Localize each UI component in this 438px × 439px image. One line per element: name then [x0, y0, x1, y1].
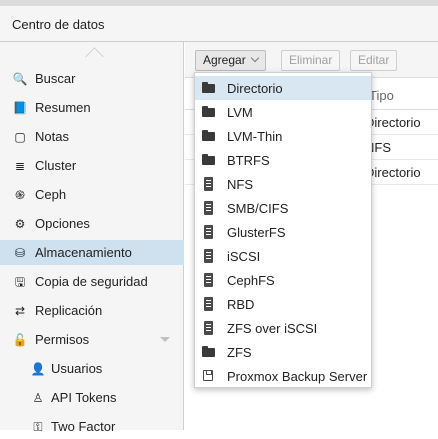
folder-icon — [202, 81, 216, 95]
menu-item-label: ZFS over iSCSI — [227, 321, 318, 336]
menu-item-label: GlusterFS — [227, 225, 286, 240]
server-icon — [202, 225, 216, 239]
menu-item-directorio[interactable]: Directorio — [195, 76, 371, 100]
folder-icon — [202, 153, 216, 167]
sidebar-item-almacenamiento[interactable]: ⛁ Almacenamiento — [0, 240, 184, 265]
unlock-icon: 🔓 — [12, 333, 28, 347]
menu-item-label: CephFS — [227, 273, 275, 288]
sidebar-item-label: Usuarios — [51, 361, 103, 376]
add-button-label: Agregar — [203, 53, 246, 67]
sidebar-item-label: Replicación — [35, 303, 103, 318]
menu-item-label: ZFS — [227, 345, 252, 360]
remove-button[interactable]: Eliminar — [281, 50, 341, 71]
menu-item-lvm-thin[interactable]: LVM-Thin — [195, 124, 371, 148]
sidebar-item-label: Notas — [35, 129, 69, 144]
sidebar-item-label: Ceph — [35, 187, 67, 202]
server-icon — [202, 297, 216, 311]
menu-item-label: Directorio — [227, 81, 283, 96]
sidebar-item-copia-de-seguridad[interactable]: 🖫 Copia de seguridad — [0, 269, 184, 294]
menu-item-label: BTRFS — [227, 153, 270, 168]
panel-title: Centro de datos — [12, 17, 105, 32]
chevron-down-icon — [250, 53, 259, 63]
sidebar-item-resumen[interactable]: 📘 Resumen — [0, 95, 184, 120]
menu-item-cephfs[interactable]: CephFS — [195, 268, 371, 292]
user-outline-icon: ♙ — [32, 391, 44, 405]
sidebar-item-label: Copia de seguridad — [35, 274, 148, 289]
key-icon: ⚿ — [33, 420, 43, 434]
column-header-type[interactable]: Tipo — [369, 88, 394, 103]
floppy-icon — [202, 369, 216, 383]
edit-button[interactable]: Editar — [350, 50, 398, 71]
sidebar-item-permisos[interactable]: 🔓 Permisos — [0, 327, 184, 352]
expand-toggle-icon[interactable] — [160, 337, 170, 342]
sidebar-item-cluster[interactable]: ≣ Cluster — [0, 153, 184, 178]
menu-item-label: LVM-Thin — [227, 129, 283, 144]
server-icon — [202, 177, 216, 191]
folder-icon — [202, 105, 216, 119]
menu-item-rbd[interactable]: RBD — [195, 292, 371, 316]
edit-button-label: Editar — [358, 53, 390, 67]
sidebar-item-label: Almacenamiento — [35, 245, 132, 260]
user-icon: 👤 — [30, 362, 46, 376]
server-stack-icon: ≣ — [14, 159, 26, 173]
sidebar-item-replicaci-n[interactable]: ⇄ Replicación — [0, 298, 184, 323]
menu-item-label: LVM — [227, 105, 253, 120]
sidebar-item-label: Resumen — [35, 100, 91, 115]
menu-item-glusterfs[interactable]: GlusterFS — [195, 220, 371, 244]
menu-item-label: RBD — [227, 297, 255, 312]
sidebar-item-ceph[interactable]: ֍ Ceph — [0, 182, 184, 207]
menu-item-label: NFS — [227, 177, 253, 192]
sidebar-item-notas[interactable]: ▢ Notas — [0, 124, 184, 149]
sticky-note-icon: ▢ — [14, 130, 26, 144]
sidebar: 🔍 Buscar 📘 Resumen ▢ Notas ≣ Cluster ֍ Ceph ⚙ Opcio… — [0, 42, 184, 434]
sidebar-item-label: Permisos — [35, 332, 90, 347]
menu-item-label: iSCSI — [227, 249, 261, 264]
panel-header: Centro de datos — [0, 6, 438, 42]
sidebar-item-label: Cluster — [35, 158, 77, 173]
database-icon: ⛁ — [14, 246, 26, 260]
menu-item-label: SMB/CIFS — [227, 201, 289, 216]
sidebar-item-label: Opciones — [35, 216, 90, 231]
server-icon — [202, 321, 216, 335]
ceph-icon: ֍ — [15, 188, 25, 202]
menu-item-zfs[interactable]: ZFS — [195, 340, 371, 364]
sidebar-item-usuarios[interactable]: 👤 Usuarios — [0, 356, 184, 381]
sidebar-item-opciones[interactable]: ⚙ Opciones — [0, 211, 184, 236]
menu-item-iscsi[interactable]: iSCSI — [195, 244, 371, 268]
menu-item-proxmox-backup-server[interactable]: Proxmox Backup Server — [195, 364, 371, 388]
type-cell: Directorio — [365, 115, 421, 130]
folder-icon — [202, 129, 216, 143]
retweet-icon: ⇄ — [14, 304, 26, 318]
add-storage-menu: Directorio LVM LVM-Thin BTRFS NFS SMB/CIFS Glu… — [194, 72, 372, 388]
type-cell: Directorio — [365, 165, 421, 180]
server-icon — [202, 273, 216, 287]
menu-item-smb-cifs[interactable]: SMB/CIFS — [195, 196, 371, 220]
add-button[interactable]: Agregar — [195, 50, 266, 71]
sidebar-item-buscar[interactable]: 🔍 Buscar — [0, 66, 184, 91]
menu-item-btrfs[interactable]: BTRFS — [195, 148, 371, 172]
folder-icon — [202, 345, 216, 359]
sidebar-item-two-factor[interactable]: ⚿ Two Factor — [0, 414, 184, 439]
sidebar-item-label: API Tokens — [51, 390, 117, 405]
scroll-up-icon[interactable] — [85, 47, 104, 66]
sidebar-item-label: Two Factor — [51, 419, 116, 434]
floppy-icon: 🖫 — [14, 275, 26, 289]
menu-item-nfs[interactable]: NFS — [195, 172, 371, 196]
book-icon: 📘 — [12, 101, 28, 115]
sidebar-item-label: Buscar — [35, 71, 76, 86]
sidebar-item-api-tokens[interactable]: ♙ API Tokens — [0, 385, 184, 410]
menu-item-label: Proxmox Backup Server — [227, 369, 368, 384]
server-icon — [202, 201, 216, 215]
search-icon: 🔍 — [12, 72, 28, 86]
server-icon — [202, 249, 216, 263]
gear-icon: ⚙ — [14, 217, 26, 231]
menu-item-zfs-over-iscsi[interactable]: ZFS over iSCSI — [195, 316, 371, 340]
remove-button-label: Eliminar — [289, 53, 333, 67]
menu-item-lvm[interactable]: LVM — [195, 100, 371, 124]
